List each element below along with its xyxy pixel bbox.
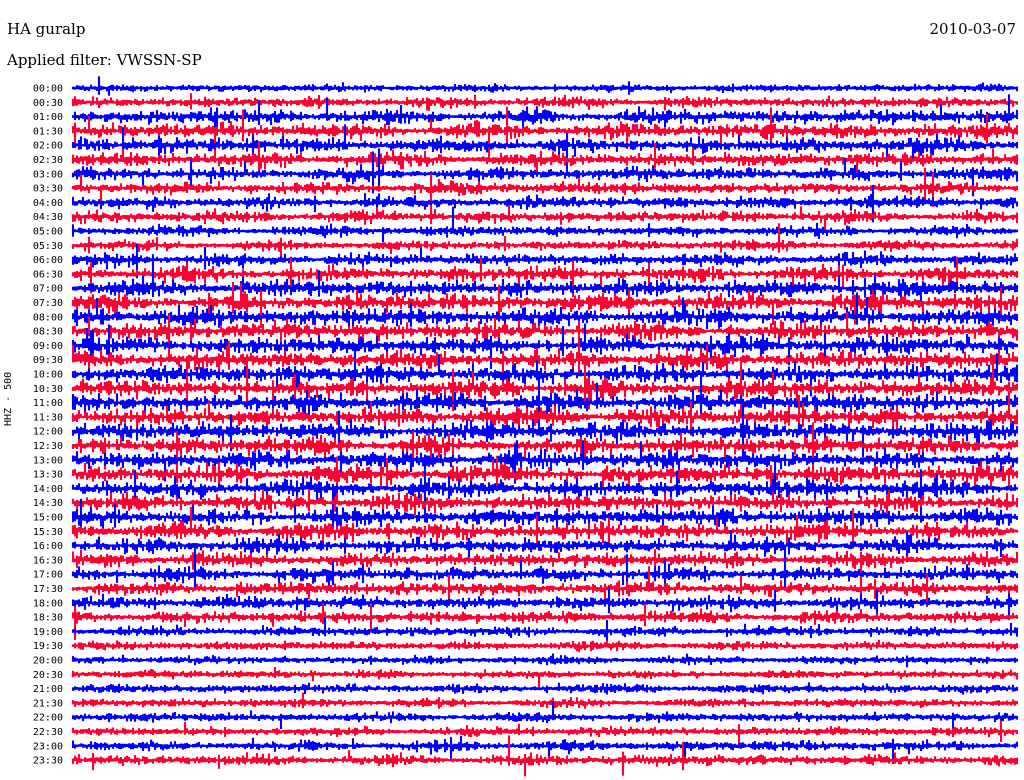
row-time-label: 18:30 [33,613,63,624]
row-time-label: 18:00 [33,598,63,609]
seismic-trace-row [71,205,1019,230]
row-time-label: 07:30 [33,298,63,309]
row-time-label: 04:00 [33,198,63,209]
seismic-trace-row [71,692,1019,709]
row-time-label: 08:30 [33,327,63,338]
row-time-label: 06:30 [33,269,63,280]
row-time-label: 08:00 [33,312,63,323]
row-time-label: 02:30 [33,155,63,166]
row-time-label: 02:00 [33,141,63,152]
seismic-trace-row [71,653,1019,668]
seismic-trace-row [71,76,1019,96]
row-time-label: 20:30 [33,670,63,681]
row-time-label: 17:30 [33,584,63,595]
row-time-label: 15:00 [33,513,63,524]
row-time-label: 03:30 [33,184,63,195]
seismic-trace-row [71,617,1019,644]
seismic-trace-row [71,735,1019,777]
row-time-label: 19:00 [33,627,63,638]
row-time-label: 22:00 [33,713,63,724]
row-time-label: 11:30 [33,412,63,423]
row-time-label: 16:30 [33,555,63,566]
row-time-label: 23:30 [33,756,63,767]
row-time-label: 14:30 [33,498,63,509]
seismic-trace-row [71,701,1019,731]
row-time-label: 19:30 [33,641,63,652]
row-time-label: 21:30 [33,698,63,709]
row-time-label: 22:30 [33,727,63,738]
row-time-label: 10:30 [33,384,63,395]
row-time-label: 23:00 [33,741,63,752]
seismic-trace-row [71,93,1019,111]
row-time-label: 13:00 [33,455,63,466]
row-time-label: 05:00 [33,227,63,238]
row-time-label: 06:00 [33,255,63,266]
row-time-label: 03:00 [33,169,63,180]
row-time-label: 00:30 [33,98,63,109]
row-time-label: 20:00 [33,656,63,667]
row-time-label: 17:00 [33,570,63,581]
row-time-label: 01:30 [33,126,63,137]
helicorder-plot: 00:00 00:30 01:00 01:30 02:00 02:30 03:00 03:30… [33,76,1019,777]
seismic-trace-row [71,223,1019,257]
row-time-label: 10:00 [33,370,63,381]
row-time-label: 04:30 [33,212,63,223]
row-time-label: 09:30 [33,355,63,366]
row-time-label: 12:00 [33,427,63,438]
row-time-label: 09:00 [33,341,63,352]
row-time-label: 11:00 [33,398,63,409]
row-time-label: 12:30 [33,441,63,452]
row-time-label: 15:30 [33,527,63,538]
seismic-trace-row [71,667,1019,688]
row-time-label: 05:30 [33,241,63,252]
seismic-trace-row [71,720,1019,745]
seismic-trace-row [71,682,1019,695]
row-time-label: 14:00 [33,484,63,495]
seismic-trace-row [71,639,1019,652]
row-time-label: 21:00 [33,684,63,695]
row-time-label: 01:00 [33,112,63,123]
row-time-label: 16:00 [33,541,63,552]
row-time-label: 07:00 [33,284,63,295]
row-time-label: 00:00 [33,84,63,95]
row-time-label: 13:30 [33,470,63,481]
